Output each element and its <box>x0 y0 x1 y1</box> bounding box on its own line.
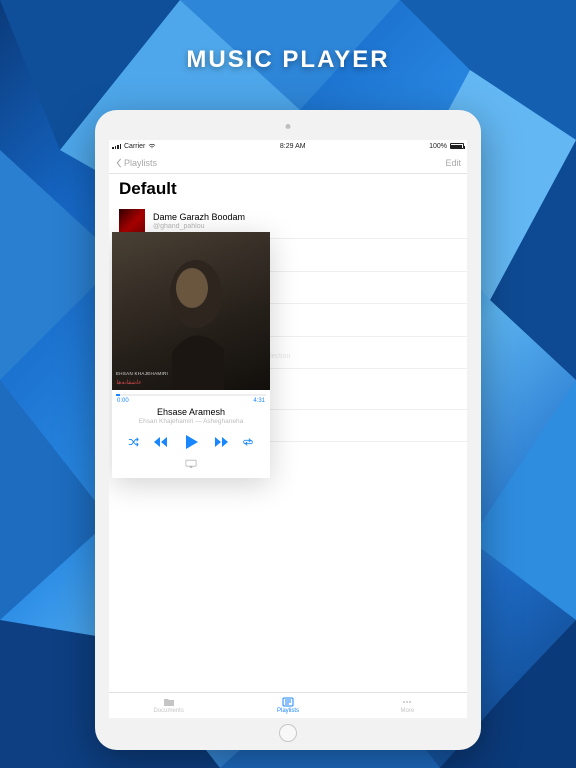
now-playing-subtitle: Ehsan Khajehamiri — Asheghaneha <box>112 418 270 425</box>
nav-bar: Playlists Edit <box>109 152 467 174</box>
time-total: 4:31 <box>253 398 265 404</box>
documents-icon <box>163 697 175 707</box>
back-button[interactable]: Playlists <box>115 158 157 168</box>
previous-icon[interactable] <box>154 436 168 448</box>
track-list[interactable]: Dame Garazh Boodam @ghand_pahlou Ehsase … <box>109 206 467 474</box>
tab-label: More <box>400 708 414 714</box>
now-playing-title: Ehsase Aramesh <box>112 407 270 417</box>
ipad-frame: Carrier 8:29 AM 100% Playlists Edit Defa… <box>95 110 481 750</box>
track-title: Dame Garazh Boodam <box>153 213 245 223</box>
cover-album-title: عاشقانه‌ها <box>116 379 141 386</box>
cover-art <box>112 232 270 390</box>
tab-label: Documents <box>153 708 183 714</box>
track-artist: @ghand_pahlou <box>153 223 245 231</box>
app-screen: Carrier 8:29 AM 100% Playlists Edit Defa… <box>109 140 467 718</box>
status-time: 8:29 AM <box>280 143 306 150</box>
progress-bar[interactable] <box>116 394 266 396</box>
back-label: Playlists <box>124 158 157 168</box>
edit-button[interactable]: Edit <box>445 158 461 168</box>
ipad-home-button <box>279 724 297 742</box>
carrier-label: Carrier <box>124 143 145 150</box>
playlists-icon <box>282 697 294 707</box>
tab-bar: Documents Playlists More <box>109 692 467 718</box>
promo-title: MUSIC PLAYER <box>0 46 576 74</box>
repeat-icon[interactable] <box>242 437 254 447</box>
tab-playlists[interactable]: Playlists <box>228 693 347 718</box>
wifi-icon <box>148 143 156 149</box>
page-title: Default <box>109 174 467 206</box>
play-icon[interactable] <box>182 433 200 451</box>
shuffle-icon[interactable] <box>128 437 140 447</box>
cover-artist-name: EHSAN KHAJEHAMIRI <box>116 371 168 376</box>
now-playing-cover: EHSAN KHAJEHAMIRI عاشقانه‌ها <box>112 232 270 390</box>
status-bar: Carrier 8:29 AM 100% <box>109 140 467 152</box>
promo-background: MUSIC PLAYER Carrier 8:29 AM 100% <box>0 0 576 768</box>
chevron-left-icon <box>115 158 123 168</box>
playback-controls <box>112 433 270 451</box>
more-icon <box>401 697 413 707</box>
battery-icon <box>450 143 464 149</box>
time-elapsed: 0:00 <box>117 398 129 404</box>
tab-label: Playlists <box>277 708 299 714</box>
airplay-icon <box>185 459 197 469</box>
now-playing-card[interactable]: EHSAN KHAJEHAMIRI عاشقانه‌ها 0:00 4:31 E… <box>112 232 270 478</box>
tab-documents[interactable]: Documents <box>109 693 228 718</box>
signal-icon <box>112 144 121 149</box>
airplay-button[interactable] <box>112 459 270 469</box>
tab-more[interactable]: More <box>348 693 467 718</box>
ipad-camera <box>286 124 291 129</box>
next-icon[interactable] <box>214 436 228 448</box>
battery-percent: 100% <box>429 143 447 150</box>
